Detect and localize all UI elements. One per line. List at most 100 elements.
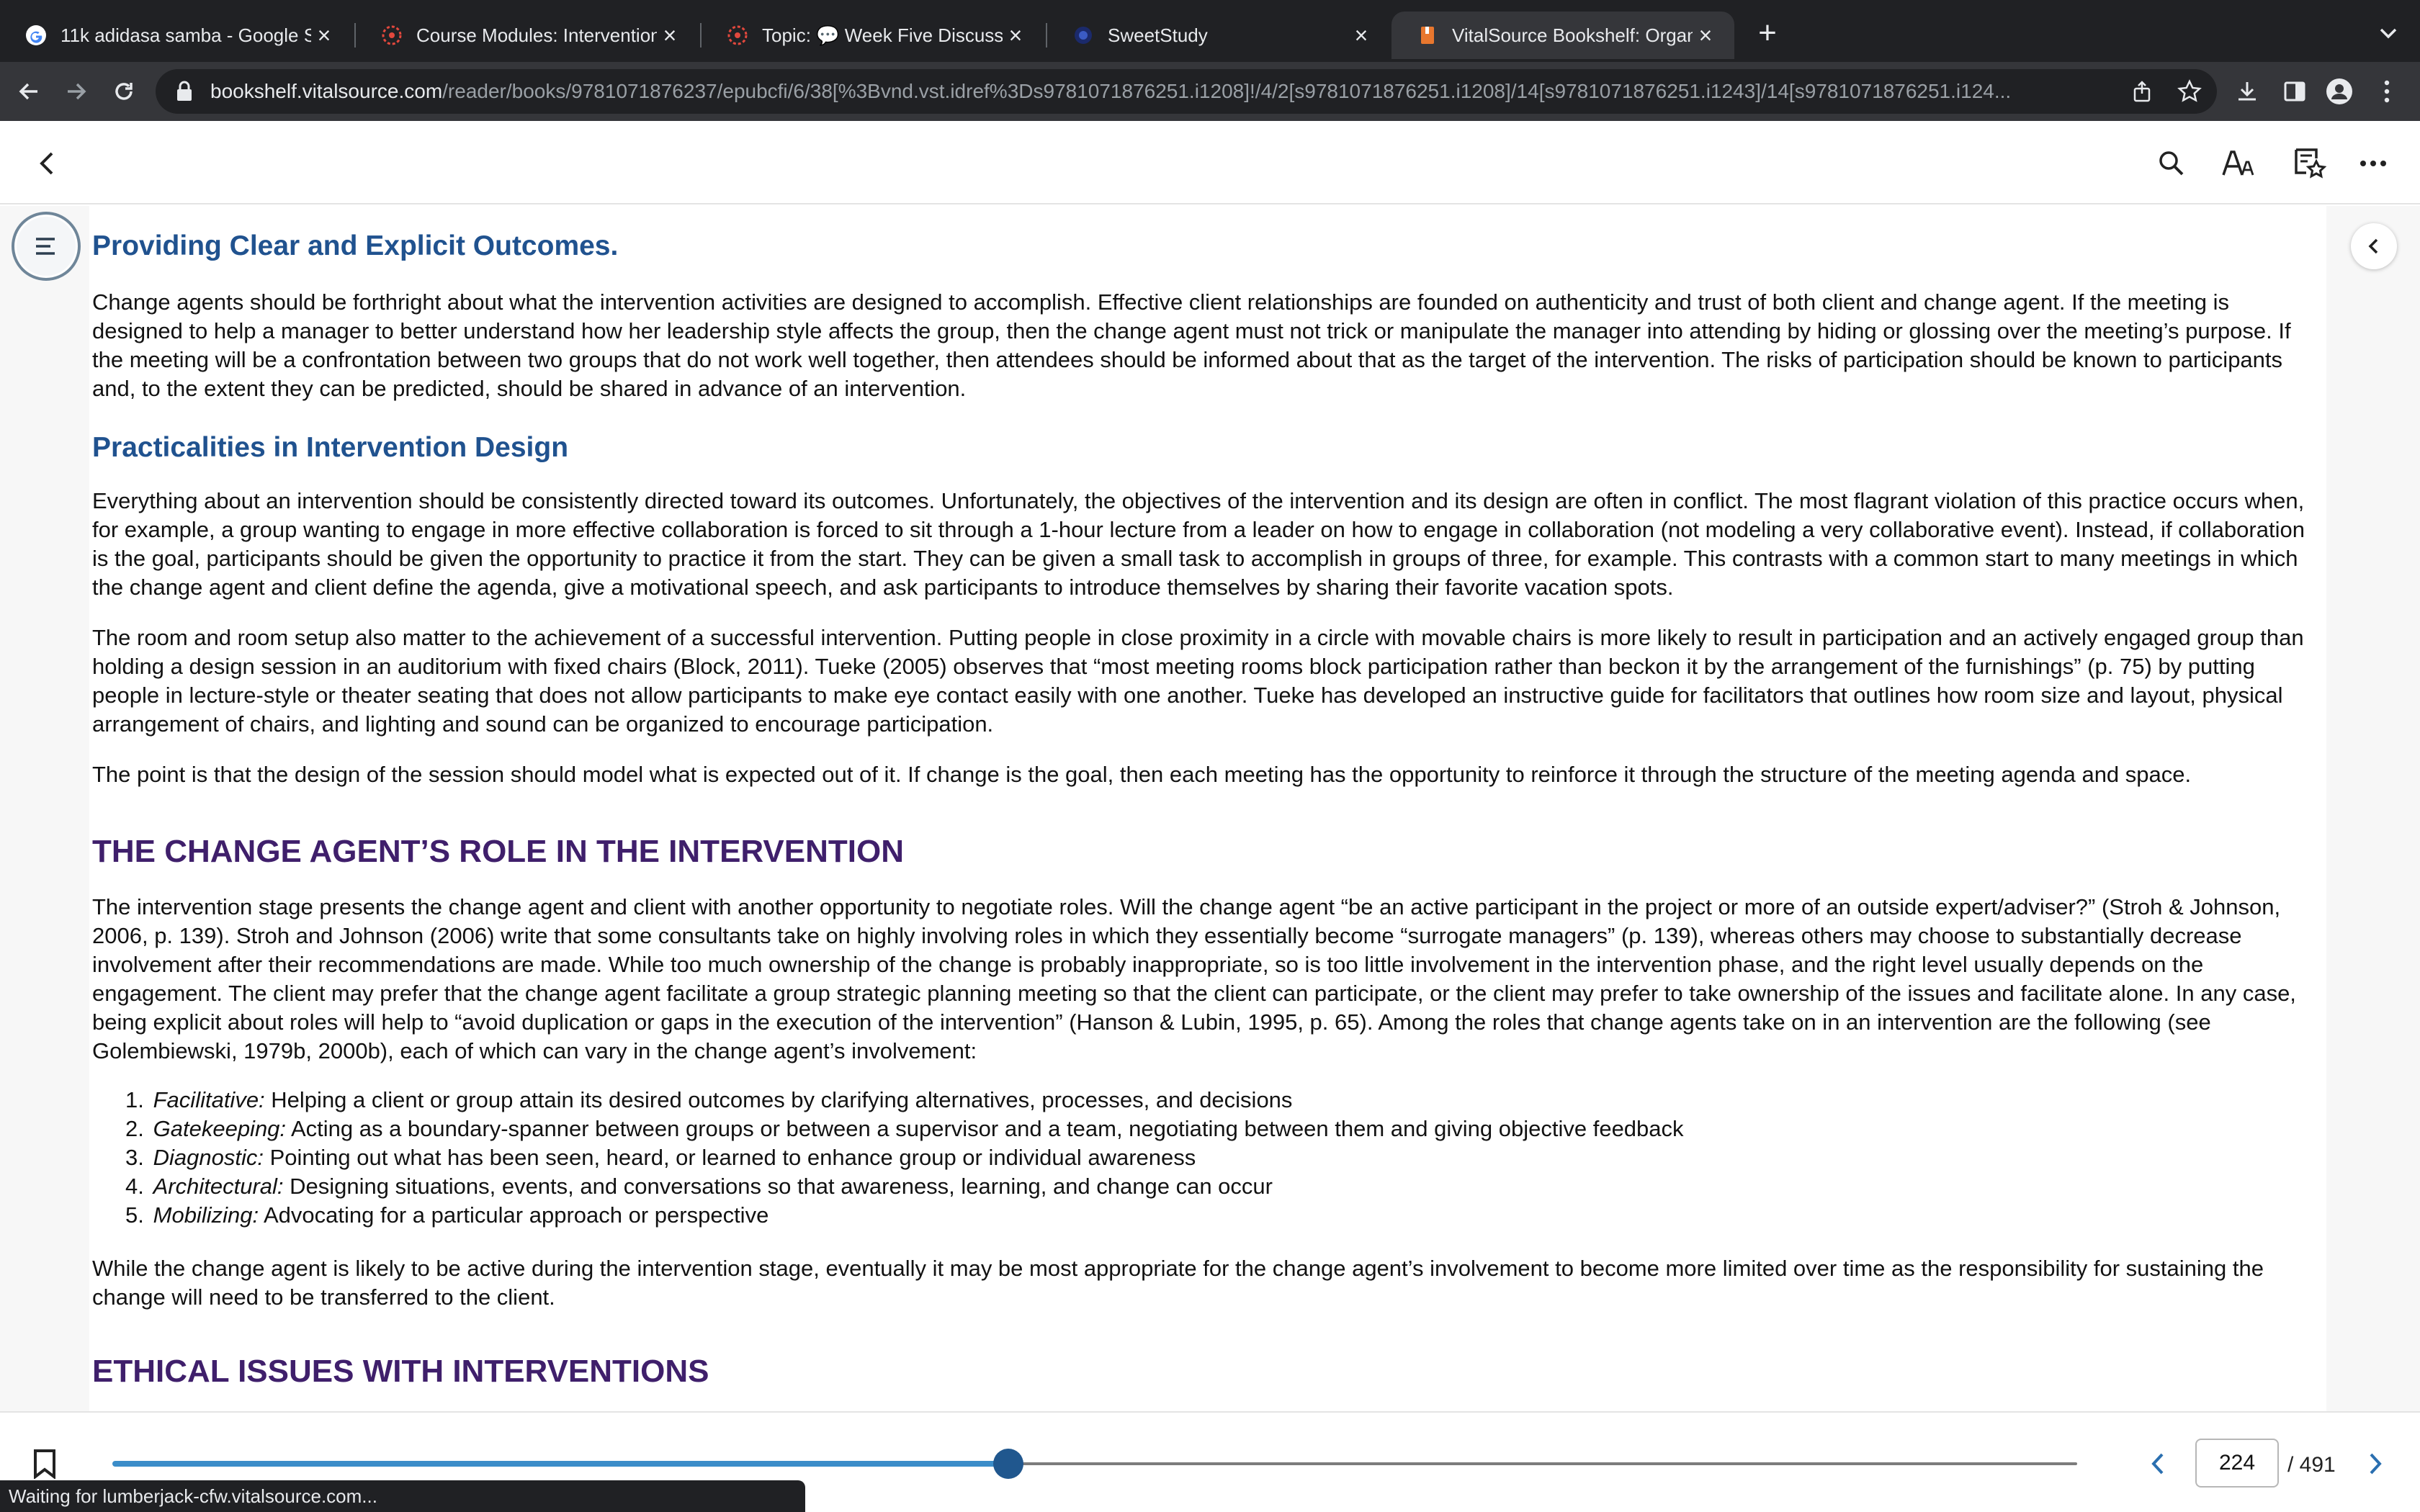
reload-button[interactable] — [108, 76, 140, 107]
canvas-icon — [380, 24, 403, 47]
browser-tab-active[interactable]: VitalSource Bookshelf: Organiz × — [1392, 12, 1734, 59]
arrow-right-icon — [68, 83, 86, 100]
reader-back-button[interactable] — [29, 145, 65, 181]
chevron-left-icon — [2151, 1453, 2164, 1475]
list-item: 5. Mobilizing: Advocating for a particul… — [125, 1201, 2286, 1230]
google-icon — [24, 24, 48, 47]
progress-track[interactable] — [1008, 1462, 2077, 1465]
avatar-icon — [2326, 78, 2352, 104]
chevron-left-icon — [2368, 238, 2378, 254]
forward-button[interactable] — [60, 76, 92, 107]
search-button[interactable] — [2154, 145, 2190, 181]
back-button[interactable] — [13, 76, 45, 107]
share-icon — [2133, 81, 2151, 102]
more-options-button[interactable] — [2355, 145, 2391, 181]
list-term: Gatekeeping: — [153, 1116, 287, 1141]
side-panel-icon — [2284, 81, 2305, 102]
close-icon[interactable]: × — [1003, 24, 1028, 47]
progress-slider-thumb[interactable] — [992, 1449, 1023, 1479]
chevron-right-icon — [2370, 1453, 2382, 1475]
browser-toolbar: bookshelf.vitalsource.com/reader/books/9… — [0, 62, 2420, 121]
tab-title: Topic: 💬 Week Five Discussion — [762, 24, 1003, 46]
more-horizontal-icon — [2360, 161, 2386, 166]
share-button[interactable] — [2126, 76, 2158, 107]
close-icon[interactable]: × — [1693, 24, 1718, 47]
browser-tab[interactable]: 11k adidasa samba - Google Se × — [0, 12, 353, 59]
roles-list: 1. Facilitative: Helping a client or gro… — [125, 1086, 2286, 1230]
kebab-menu-icon — [2384, 80, 2390, 103]
list-number: 1. — [125, 1087, 144, 1112]
bookmark-icon[interactable] — [32, 1449, 58, 1479]
tab-title: SweetStudy — [1108, 24, 1208, 46]
paragraph: The room and room setup also matter to t… — [92, 625, 2304, 737]
section-heading: Practicalities in Intervention Design — [92, 432, 569, 463]
tab-title: Course Modules: Interventions — [416, 24, 657, 46]
sweetstudy-icon — [1072, 24, 1095, 47]
vitalsource-icon — [1416, 24, 1439, 47]
list-desc: Advocating for a particular approach or … — [263, 1202, 769, 1228]
menu-lines-icon — [36, 238, 55, 255]
url-path: /reader/books/9781071876237/epubcfi/6/38… — [442, 80, 2012, 102]
bookmark-star-button[interactable] — [2174, 76, 2205, 107]
url-text: bookshelf.vitalsource.com/reader/books/9… — [210, 80, 2141, 103]
close-icon[interactable]: × — [1348, 24, 1374, 47]
browser-status-bar: Waiting for lumberjack-cfw.vitalsource.c… — [0, 1480, 805, 1512]
notes-star-icon — [2295, 148, 2326, 179]
browser-tab[interactable]: Topic: 💬 Week Five Discussion × — [702, 12, 1044, 59]
list-item: 1. Facilitative: Helping a client or gro… — [125, 1086, 2286, 1115]
book-page: Providing Clear and Explicit Outcomes. C… — [89, 206, 2326, 1411]
list-term: Facilitative: — [153, 1087, 265, 1112]
lock-icon — [177, 81, 192, 101]
close-icon[interactable]: × — [311, 24, 337, 47]
tab-title: 11k adidasa samba - Google Se — [60, 24, 311, 46]
close-icon[interactable]: × — [657, 24, 683, 47]
page-number-input[interactable]: 224 — [2195, 1439, 2279, 1488]
tab-search-icon[interactable] — [2374, 19, 2403, 48]
browser-tab[interactable]: Course Modules: Interventions × — [356, 12, 699, 59]
paragraph: Change agents should be forthright about… — [92, 289, 2291, 401]
arrow-left-icon — [19, 83, 37, 100]
study-tools-button[interactable] — [2292, 145, 2328, 181]
url-host: bookshelf.vitalsource.com — [210, 80, 443, 102]
browser-tab-strip: 11k adidasa samba - Google Se × Course M… — [0, 0, 2420, 62]
paragraph: The point is that the design of the sess… — [92, 762, 2192, 787]
star-icon — [2177, 79, 2202, 102]
previous-page-button[interactable] — [2143, 1449, 2172, 1479]
list-number: 5. — [125, 1202, 144, 1228]
section-heading: Providing Clear and Explicit Outcomes. — [92, 230, 619, 261]
list-term: Architectural: — [153, 1174, 284, 1199]
browser-menu-button[interactable] — [2371, 76, 2403, 107]
list-number: 3. — [125, 1145, 144, 1170]
list-desc: Designing situations, events, and conver… — [290, 1174, 1273, 1199]
table-of-contents-button[interactable] — [12, 212, 81, 281]
list-item: 2. Gatekeeping: Acting as a boundary-spa… — [125, 1115, 2286, 1143]
page-total: / 491 — [2287, 1453, 2336, 1477]
collapse-panel-button[interactable] — [2351, 223, 2397, 269]
text-size-button[interactable] — [2221, 145, 2257, 181]
browser-tab[interactable]: SweetStudy × — [1047, 12, 1390, 59]
list-term: Mobilizing: — [153, 1202, 259, 1228]
next-page-button[interactable] — [2361, 1449, 2390, 1479]
profile-button[interactable] — [2323, 76, 2355, 107]
list-desc: Acting as a boundary-spanner between gro… — [290, 1116, 1684, 1141]
side-panel-button[interactable] — [2279, 76, 2311, 107]
canvas-icon — [726, 24, 749, 47]
list-item: 4. Architectural: Designing situations, … — [125, 1172, 2286, 1201]
chapter-heading: ETHICAL ISSUES WITH INTERVENTIONS — [92, 1354, 709, 1389]
list-item: 3. Diagnostic: Pointing out what has bee… — [125, 1143, 2286, 1172]
reload-icon — [115, 83, 133, 100]
list-desc: Helping a client or group attain its des… — [271, 1087, 1293, 1112]
paragraph: Everything about an intervention should … — [92, 488, 2305, 600]
address-bar[interactable]: bookshelf.vitalsource.com/reader/books/9… — [156, 69, 2217, 114]
paragraph: The intervention stage presents the chan… — [92, 894, 2296, 1063]
chevron-left-icon — [40, 152, 53, 175]
tab-title: VitalSource Bookshelf: Organiz — [1452, 24, 1693, 46]
list-desc: Pointing out what has been seen, heard, … — [269, 1145, 1196, 1170]
list-number: 2. — [125, 1116, 144, 1141]
reader-header — [0, 121, 2420, 204]
downloads-button[interactable] — [2231, 76, 2263, 107]
download-icon — [2238, 82, 2256, 101]
chapter-heading: THE CHANGE AGENT’S ROLE IN THE INTERVENT… — [92, 834, 904, 869]
list-number: 4. — [125, 1174, 144, 1199]
new-tab-button[interactable]: + — [1752, 17, 1783, 50]
